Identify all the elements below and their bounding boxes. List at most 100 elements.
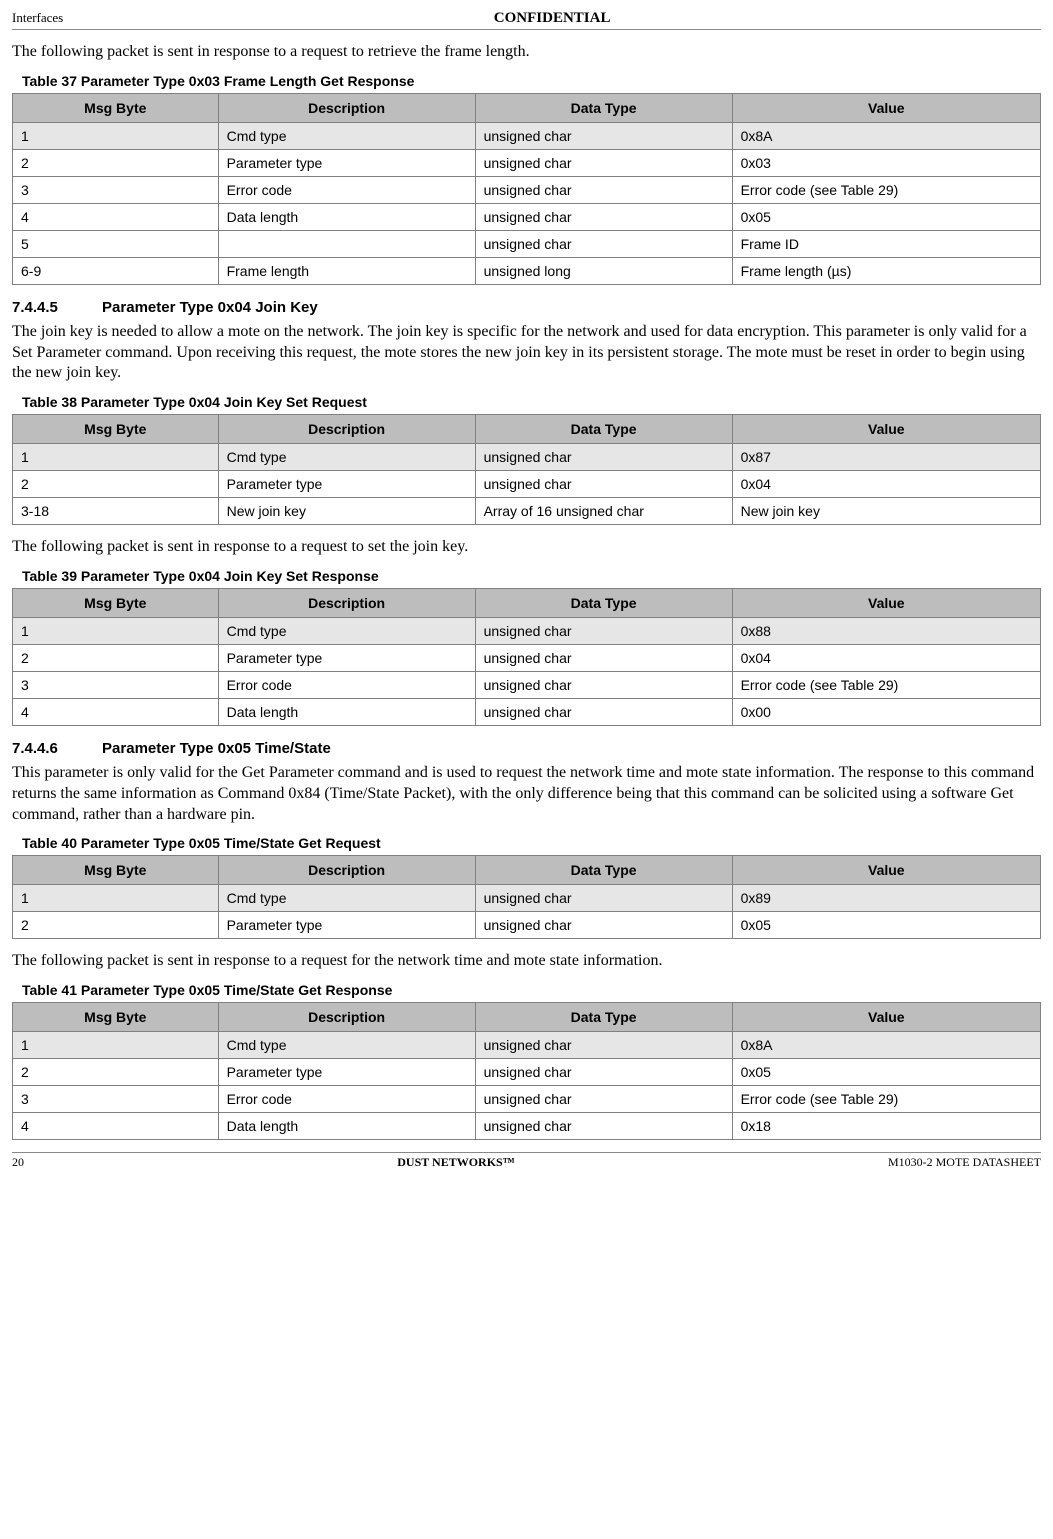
cell: unsigned char (475, 885, 732, 912)
cell: 2 (13, 912, 219, 939)
cell: unsigned char (475, 230, 732, 257)
table-41: Msg Byte Description Data Type Value 1 C… (12, 1002, 1041, 1140)
cell: 4 (13, 1113, 219, 1140)
cell: Error code (see Table 29) (732, 1086, 1040, 1113)
th-datatype: Data Type (475, 1003, 732, 1032)
th-value: Value (732, 856, 1040, 885)
cell: unsigned char (475, 122, 732, 149)
cell: 1 (13, 1032, 219, 1059)
table-row: 1 Cmd type unsigned char 0x8A (13, 1032, 1041, 1059)
table-37: Msg Byte Description Data Type Value 1 C… (12, 93, 1041, 285)
cell: Data length (218, 203, 475, 230)
cell: 2 (13, 644, 219, 671)
table-row: 3 Error code unsigned char Error code (s… (13, 176, 1041, 203)
cell: 0x18 (732, 1113, 1040, 1140)
cell: 0x8A (732, 1032, 1040, 1059)
cell: 0x03 (732, 149, 1040, 176)
table-39: Msg Byte Description Data Type Value 1 C… (12, 588, 1041, 726)
intro-text-39: The following packet is sent in response… (12, 537, 1041, 558)
cell: 5 (13, 230, 219, 257)
cell: Cmd type (218, 617, 475, 644)
cell: 2 (13, 1059, 219, 1086)
table-row: 3-18 New join key Array of 16 unsigned c… (13, 498, 1041, 525)
section-7-4-4-5: 7.4.4.5 Parameter Type 0x04 Join Key (12, 299, 1041, 316)
table-40: Msg Byte Description Data Type Value 1 C… (12, 855, 1041, 939)
th-msgbyte: Msg Byte (13, 415, 219, 444)
cell: Error code (see Table 29) (732, 671, 1040, 698)
cell: Parameter type (218, 1059, 475, 1086)
th-value: Value (732, 415, 1040, 444)
cell: 1 (13, 444, 219, 471)
cell: unsigned char (475, 149, 732, 176)
cell: Error code (218, 671, 475, 698)
cell: unsigned char (475, 1032, 732, 1059)
cell: Cmd type (218, 122, 475, 149)
table-row: 2 Parameter type unsigned char 0x03 (13, 149, 1041, 176)
intro-text-37: The following packet is sent in response… (12, 42, 1041, 63)
cell: 4 (13, 698, 219, 725)
cell: Frame length (µs) (732, 257, 1040, 284)
table-row: 5 unsigned char Frame ID (13, 230, 1041, 257)
th-msgbyte: Msg Byte (13, 93, 219, 122)
cell: 3 (13, 1086, 219, 1113)
th-datatype: Data Type (475, 93, 732, 122)
th-msgbyte: Msg Byte (13, 1003, 219, 1032)
cell: 0x04 (732, 471, 1040, 498)
header-left: Interfaces (12, 10, 63, 26)
intro-text-41: The following packet is sent in response… (12, 951, 1041, 972)
cell: 0x00 (732, 698, 1040, 725)
cell: Error code (218, 176, 475, 203)
th-msgbyte: Msg Byte (13, 588, 219, 617)
cell: unsigned char (475, 671, 732, 698)
table-38-caption: Table 38 Parameter Type 0x04 Join Key Se… (22, 394, 1041, 410)
cell: 4 (13, 203, 219, 230)
cell: Parameter type (218, 644, 475, 671)
th-desc: Description (218, 588, 475, 617)
th-datatype: Data Type (475, 415, 732, 444)
section-title: Parameter Type 0x04 Join Key (102, 299, 318, 316)
footer-center: DUST NETWORKS™ (397, 1155, 514, 1170)
cell: Error code (see Table 29) (732, 176, 1040, 203)
header-center: CONFIDENTIAL (494, 10, 611, 27)
cell: Parameter type (218, 471, 475, 498)
table-row: 3 Error code unsigned char Error code (s… (13, 671, 1041, 698)
table-row: 4 Data length unsigned char 0x00 (13, 698, 1041, 725)
cell: Cmd type (218, 1032, 475, 1059)
cell: unsigned char (475, 698, 732, 725)
th-msgbyte: Msg Byte (13, 856, 219, 885)
cell: unsigned char (475, 1086, 732, 1113)
cell: 2 (13, 149, 219, 176)
cell: Cmd type (218, 885, 475, 912)
cell: unsigned char (475, 203, 732, 230)
th-desc: Description (218, 1003, 475, 1032)
cell: unsigned char (475, 1113, 732, 1140)
cell: 6-9 (13, 257, 219, 284)
th-value: Value (732, 1003, 1040, 1032)
cell: 3-18 (13, 498, 219, 525)
th-datatype: Data Type (475, 856, 732, 885)
cell: Error code (218, 1086, 475, 1113)
cell: 3 (13, 176, 219, 203)
table-row: 1 Cmd type unsigned char 0x87 (13, 444, 1041, 471)
cell: New join key (732, 498, 1040, 525)
cell: 0x05 (732, 1059, 1040, 1086)
table-40-caption: Table 40 Parameter Type 0x05 Time/State … (22, 835, 1041, 851)
section-7-4-4-6: 7.4.4.6 Parameter Type 0x05 Time/State (12, 740, 1041, 757)
section-number: 7.4.4.6 (12, 740, 58, 757)
cell: 0x05 (732, 203, 1040, 230)
section-7-4-4-5-text: The join key is needed to allow a mote o… (12, 322, 1041, 384)
cell: unsigned char (475, 176, 732, 203)
table-row: 2 Parameter type unsigned char 0x04 (13, 471, 1041, 498)
section-7-4-4-6-text: This parameter is only valid for the Get… (12, 763, 1041, 825)
th-desc: Description (218, 93, 475, 122)
cell: New join key (218, 498, 475, 525)
table-row: 1 Cmd type unsigned char 0x88 (13, 617, 1041, 644)
cell: Data length (218, 698, 475, 725)
table-37-caption: Table 37 Parameter Type 0x03 Frame Lengt… (22, 73, 1041, 89)
cell: 0x88 (732, 617, 1040, 644)
cell: unsigned char (475, 1059, 732, 1086)
footer-right: M1030-2 MOTE DATASHEET (888, 1155, 1041, 1170)
cell: Array of 16 unsigned char (475, 498, 732, 525)
section-number: 7.4.4.5 (12, 299, 58, 316)
page-footer: 20 DUST NETWORKS™ M1030-2 MOTE DATASHEET (12, 1152, 1041, 1170)
